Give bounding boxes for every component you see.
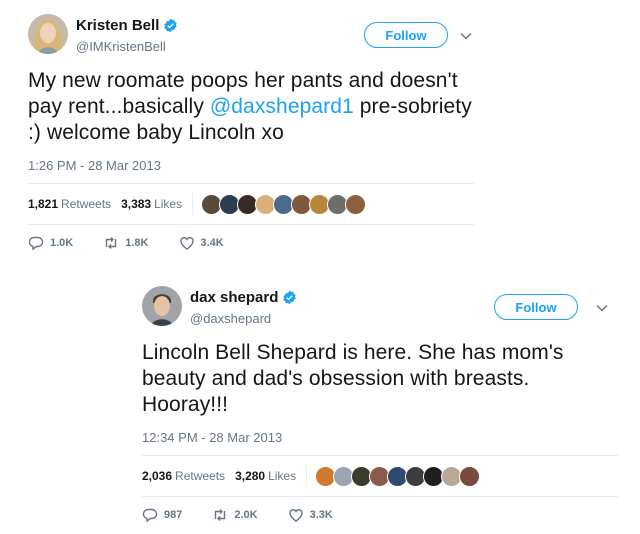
chevron-down-icon[interactable] [596,304,608,312]
author-handle[interactable]: @IMKristenBell [76,39,178,54]
divider [306,465,308,487]
retweets-label[interactable]: Retweets [175,469,225,483]
author-info: Kristen Bell @IMKristenBell [76,17,178,54]
reply-button[interactable]: 987 [142,507,182,523]
chevron-down-icon[interactable] [460,32,472,40]
like-button[interactable]: 3.3K [288,507,333,523]
like-button[interactable]: 3.4K [179,235,224,251]
likes-count[interactable]: 3,383 [121,197,151,211]
likes-label[interactable]: Likes [268,469,296,483]
avatar[interactable] [142,286,182,326]
tweet-dax-shepard: dax shepard @daxshepard Follow Lincoln B… [142,286,618,523]
retweet-icon [106,237,117,249]
tweet-header: dax shepard @daxshepard Follow [142,286,618,330]
follow-button[interactable]: Follow [364,22,448,48]
author-info: dax shepard @daxshepard [190,289,297,326]
follow-button[interactable]: Follow [494,294,578,320]
reply-count: 1.0K [50,237,74,249]
tweet-stats: 1,821 Retweets 3,383 Likes [28,183,474,225]
retweet-count: 2.0K [234,509,258,521]
author-name[interactable]: Kristen Bell [76,17,159,34]
tweet-text: Lincoln Bell Shepard is here. She has mo… [142,340,618,418]
verified-badge-icon [164,18,178,33]
like-count: 3.4K [200,237,224,249]
tweet-kristen-bell: Kristen Bell @IMKristenBell Follow My ne… [28,14,474,251]
heart-icon [288,509,303,522]
likes-count[interactable]: 3,280 [235,469,265,483]
retweet-button[interactable]: 2.0K [212,507,258,523]
divider [192,193,194,215]
liker-avatar[interactable] [459,465,481,487]
reply-icon [28,236,44,251]
tweet-timestamp[interactable]: 1:26 PM - 28 Mar 2013 [28,158,474,173]
reply-button[interactable]: 1.0K [28,235,73,251]
likes-label[interactable]: Likes [154,197,182,211]
retweet-count: 1.8K [125,237,149,249]
mention-link[interactable]: @daxshepard1 [210,95,354,118]
liker-avatar[interactable] [345,193,367,215]
tweet-actions: 987 2.0K 3.3K [142,507,618,523]
heart-icon [179,237,194,250]
verified-badge-icon [283,290,297,305]
retweets-count[interactable]: 2,036 [142,469,172,483]
tweet-text: My new roomate poops her pants and doesn… [28,68,474,146]
like-count: 3.3K [309,509,333,521]
tweet-timestamp[interactable]: 12:34 PM - 28 Mar 2013 [142,430,618,445]
tweet-actions: 1.0K 1.8K 3.4K [28,235,474,251]
liker-avatars [315,465,481,487]
avatar[interactable] [28,14,68,54]
author-name[interactable]: dax shepard [190,289,278,306]
tweet-text-part: Lincoln Bell Shepard is here. She has mo… [142,341,564,416]
liker-avatars [201,193,367,215]
tweet-stats: 2,036 Retweets 3,280 Likes [142,455,618,497]
reply-count: 987 [164,509,183,521]
retweet-button[interactable]: 1.8K [103,235,149,251]
author-handle[interactable]: @daxshepard [190,311,297,326]
retweets-label[interactable]: Retweets [61,197,111,211]
retweets-count[interactable]: 1,821 [28,197,58,211]
retweet-icon [215,509,226,521]
tweet-header: Kristen Bell @IMKristenBell Follow [28,14,474,58]
reply-icon [142,508,158,523]
